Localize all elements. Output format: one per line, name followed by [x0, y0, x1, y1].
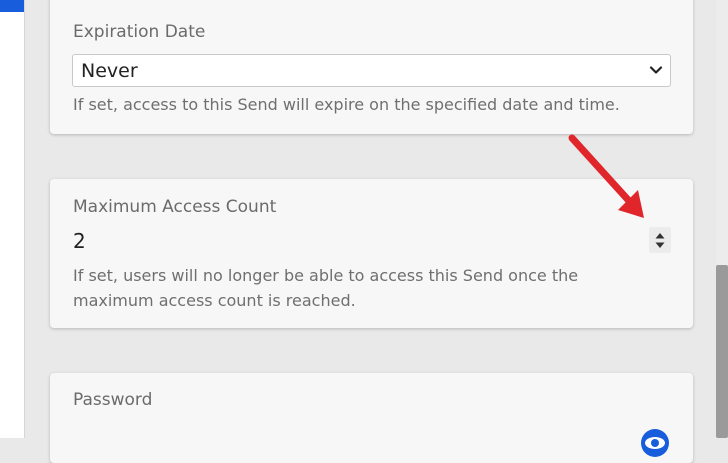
maximum-access-count-hint-line1: If set, users will no longer be able to …	[73, 266, 579, 285]
expiration-date-label: Expiration Date	[73, 22, 206, 42]
scrollbar[interactable]	[716, 0, 728, 438]
expiration-date-selected-value: Never	[81, 60, 138, 82]
scrollbar-thumb[interactable]	[716, 265, 728, 438]
spin-up-icon[interactable]	[654, 231, 666, 240]
expiration-date-card: Expiration Date Never If set, access to …	[50, 0, 693, 134]
maximum-access-count-card: Maximum Access Count 2 If set, users wil…	[50, 179, 693, 328]
maximum-access-count-input[interactable]: 2	[73, 229, 86, 253]
left-panel-edge	[0, 0, 25, 438]
chevron-down-icon	[649, 66, 663, 74]
number-spinner[interactable]	[649, 227, 671, 253]
maximum-access-count-hint-line2: maximum access count is reached.	[73, 291, 356, 310]
expiration-date-select[interactable]: Never	[72, 54, 671, 87]
maximum-access-count-label: Maximum Access Count	[73, 197, 277, 217]
eye-icon[interactable]	[640, 428, 670, 458]
left-accent-bar	[0, 0, 24, 12]
password-card: Password	[50, 373, 693, 463]
expiration-date-hint: If set, access to this Send will expire …	[73, 95, 620, 114]
password-label: Password	[73, 390, 153, 410]
spin-down-icon[interactable]	[654, 241, 666, 250]
